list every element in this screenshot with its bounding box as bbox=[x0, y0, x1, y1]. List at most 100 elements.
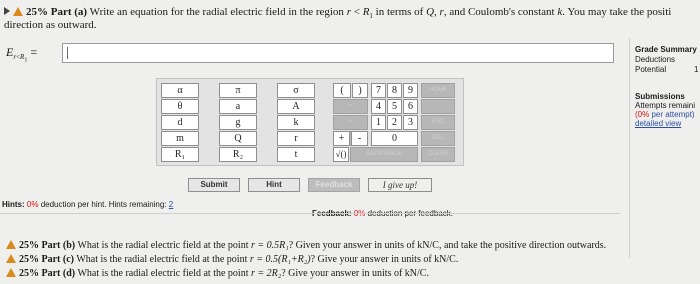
part-d-percent: 25% bbox=[19, 268, 39, 279]
key-6[interactable]: 6 bbox=[403, 99, 418, 114]
part-c-row[interactable]: 25% Part (c) What is the radial electric… bbox=[6, 254, 458, 265]
key-t[interactable]: t bbox=[277, 147, 315, 162]
key-backspace[interactable]: BACKSPACE bbox=[350, 147, 418, 162]
part-a-text-mid: in terms of bbox=[375, 6, 424, 18]
part-b-rest: ? Given your answer in units of kN/C, an… bbox=[288, 240, 607, 251]
warning-icon bbox=[6, 240, 16, 249]
key-clear[interactable]: CLEAR bbox=[421, 147, 455, 162]
part-b-label: Part (b) bbox=[41, 240, 76, 251]
warning-icon bbox=[6, 268, 16, 277]
deductions-label: Deductions bbox=[635, 55, 676, 64]
key-R2[interactable]: R₂ bbox=[219, 147, 257, 162]
warning-icon bbox=[13, 7, 23, 16]
eq-equals: = bbox=[30, 45, 38, 59]
key-plus[interactable]: + bbox=[333, 131, 350, 146]
hints-bar: Hints: 0% deduction per hint. Hints rema… bbox=[2, 200, 173, 209]
key-7[interactable]: 7 bbox=[371, 83, 386, 98]
key-9[interactable]: 9 bbox=[403, 83, 418, 98]
give-up-button[interactable]: I give up! bbox=[368, 178, 432, 192]
part-c-text: What is the radial electric field at the… bbox=[76, 254, 248, 265]
part-c-percent: 25% bbox=[19, 254, 39, 265]
key-m[interactable]: m bbox=[161, 131, 199, 146]
part-a-header: 25% Part (a) Write an equation for the r… bbox=[4, 6, 671, 20]
part-b-percent: 25% bbox=[19, 240, 39, 251]
part-d-text: What is the radial electric field at the… bbox=[77, 268, 249, 279]
hint-button[interactable]: Hint bbox=[248, 178, 300, 192]
lt-sign: < bbox=[353, 6, 360, 18]
warning-icon bbox=[6, 254, 16, 263]
detailed-view-link[interactable]: detailed view bbox=[635, 119, 695, 128]
part-d-math: r = 2R₂ bbox=[250, 268, 282, 279]
key-3[interactable]: 3 bbox=[403, 115, 418, 130]
part-a-label: Part (a) bbox=[50, 6, 88, 18]
var-r: r bbox=[346, 6, 351, 18]
part-d-label: Part (d) bbox=[41, 268, 76, 279]
potential-value: 1 bbox=[694, 65, 699, 74]
answer-input[interactable] bbox=[62, 43, 614, 63]
key-4[interactable]: 4 bbox=[371, 99, 386, 114]
collapse-arrow-icon[interactable] bbox=[4, 7, 10, 15]
submissions-panel: Submissions Attempts remaini (0% per att… bbox=[635, 92, 695, 128]
part-c-math: r = 0.5(R₁+R₂) bbox=[249, 254, 311, 265]
sidebar-separator bbox=[629, 38, 630, 258]
hints-pct: 0% bbox=[26, 200, 39, 209]
key-sqrt[interactable]: √() bbox=[333, 147, 349, 162]
per-attempt: (0% per attempt) bbox=[635, 110, 695, 119]
key-del[interactable]: DEL bbox=[421, 131, 455, 146]
key-theta[interactable]: θ bbox=[161, 99, 199, 114]
part-d-row[interactable]: 25% Part (d) What is the radial electric… bbox=[6, 268, 429, 279]
eq-one: 1 bbox=[24, 57, 28, 64]
key-minus[interactable]: - bbox=[351, 131, 368, 146]
key-Q[interactable]: Q bbox=[219, 131, 257, 146]
part-b-math: r = 0.5R₁ bbox=[250, 240, 289, 251]
hints-label: Hints: bbox=[2, 200, 25, 209]
part-b-text: What is the radial electric field at the… bbox=[77, 240, 249, 251]
part-a-text-suffix: , and Coulomb's constant bbox=[443, 6, 555, 18]
key-end[interactable]: END bbox=[421, 115, 455, 130]
key-home[interactable]: HOME bbox=[421, 83, 455, 98]
attempts-remaining: Attempts remaini bbox=[635, 101, 696, 110]
potential-text: Potential bbox=[635, 65, 667, 74]
key-k[interactable]: k bbox=[277, 115, 315, 130]
key-paren-open[interactable]: ( bbox=[333, 83, 351, 98]
var-Q: Q bbox=[426, 6, 435, 18]
grade-summary-panel: Grade Summary Deductions Potential 1 bbox=[635, 45, 699, 75]
submit-button[interactable]: Submit bbox=[188, 178, 240, 192]
key-r[interactable]: r bbox=[277, 131, 315, 146]
part-b-row[interactable]: 25% Part (b) What is the radial electric… bbox=[6, 240, 606, 251]
grade-summary-title: Grade Summary bbox=[635, 45, 697, 54]
key-disabled-row2: ÷ bbox=[333, 99, 368, 114]
key-disabled-row3: × bbox=[333, 115, 368, 130]
part-a-text-prefix: Write an equation for the radial electri… bbox=[89, 6, 344, 18]
key-0[interactable]: 0 bbox=[371, 131, 418, 146]
key-A[interactable]: A bbox=[277, 99, 315, 114]
status-divider bbox=[0, 213, 620, 214]
feedback-button: Feedback bbox=[308, 178, 360, 192]
comma: , bbox=[434, 6, 437, 18]
key-a[interactable]: a bbox=[219, 99, 257, 114]
key-1[interactable]: 1 bbox=[371, 115, 386, 130]
text-caret bbox=[67, 47, 68, 59]
key-sigma[interactable]: σ bbox=[277, 83, 315, 98]
part-d-rest: ? Give your answer in units of kN/C. bbox=[281, 268, 429, 279]
equation-label: Er<R1 = bbox=[6, 45, 37, 64]
key-d[interactable]: d bbox=[161, 115, 199, 130]
part-a-text-end: . You may take the positi bbox=[562, 6, 672, 18]
key-pi[interactable]: π bbox=[219, 83, 257, 98]
key-8[interactable]: 8 bbox=[387, 83, 402, 98]
hints-remaining: 2 bbox=[168, 200, 174, 209]
key-paren-close[interactable]: ) bbox=[352, 83, 368, 98]
part-a-percent: 25% bbox=[26, 6, 48, 18]
part-a-line2: direction as outward. bbox=[4, 19, 97, 31]
key-R1[interactable]: R₁ bbox=[161, 147, 199, 162]
part-c-rest: ? Give your answer in units of kN/C. bbox=[310, 254, 459, 265]
key-5[interactable]: 5 bbox=[387, 99, 402, 114]
submissions-title: Submissions bbox=[635, 92, 685, 101]
key-g[interactable]: g bbox=[219, 115, 257, 130]
key-blank bbox=[421, 99, 455, 114]
per-attempt-text: per attempt) bbox=[651, 110, 695, 119]
key-2[interactable]: 2 bbox=[387, 115, 402, 130]
key-alpha[interactable]: α bbox=[161, 83, 199, 98]
per-attempt-pct: (0% bbox=[635, 110, 650, 119]
sub-1: 1 bbox=[369, 12, 373, 21]
